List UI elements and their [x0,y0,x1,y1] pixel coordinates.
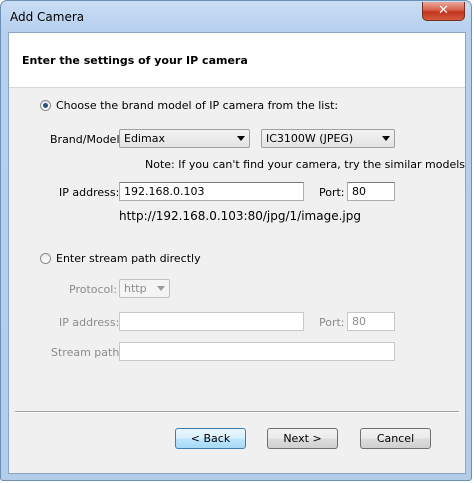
radio-unchecked-icon[interactable] [40,253,51,264]
page-title: Enter the settings of your IP camera [22,54,248,67]
add-camera-dialog: Add Camera ✕ Enter the settings of your … [0,0,472,481]
stream-port-label: Port: [319,316,345,329]
footer-separator [15,411,459,413]
brand-mode-radio[interactable]: Choose the brand model of IP camera from… [40,99,338,112]
close-icon: ✕ [438,3,449,18]
ip-address-input[interactable]: 192.168.0.103 [119,182,304,201]
stream-ip-address-input[interactable] [119,312,304,331]
chevron-down-icon [157,286,165,291]
port-label: Port: [319,186,345,199]
stream-ip-address-label: IP address: [59,316,120,329]
chevron-down-icon [382,136,390,141]
port-input[interactable]: 80 [347,182,395,201]
next-button[interactable]: Next > [267,428,338,449]
ip-address-label: IP address: [59,186,120,199]
header-band: Enter the settings of your IP camera [9,33,465,88]
chevron-down-icon [237,136,245,141]
stream-path-input[interactable] [119,342,395,361]
camera-url: http://192.168.0.103:80/jpg/1/image.jpg [119,209,361,223]
brand-model-label: Brand/Model: [50,133,124,146]
brand-mode-label: Choose the brand model of IP camera from… [56,99,339,112]
close-button[interactable]: ✕ [422,2,465,21]
brand-select-value: Edimax [124,132,165,145]
title-bar[interactable]: Add Camera ✕ [1,1,471,35]
window-title: Add Camera [10,10,85,24]
protocol-select-value: http [124,282,147,295]
stream-mode-label: Enter stream path directly [56,252,201,265]
back-button[interactable]: < Back [175,428,246,449]
model-select[interactable]: IC3100W (JPEG) [261,129,395,148]
protocol-select[interactable]: http [119,279,170,298]
dialog-body: Enter the settings of your IP camera Cho… [8,32,466,474]
stream-mode-radio[interactable]: Enter stream path directly [40,252,201,265]
cancel-button[interactable]: Cancel [360,428,431,449]
stream-path-label: Stream path: [51,346,124,359]
protocol-label: Protocol: [69,283,118,296]
similar-models-note: Note: If you can't find your camera, try… [145,158,466,171]
model-select-value: IC3100W (JPEG) [266,132,354,145]
stream-port-input[interactable]: 80 [347,312,395,331]
radio-checked-icon[interactable] [40,100,51,111]
brand-select[interactable]: Edimax [119,129,250,148]
